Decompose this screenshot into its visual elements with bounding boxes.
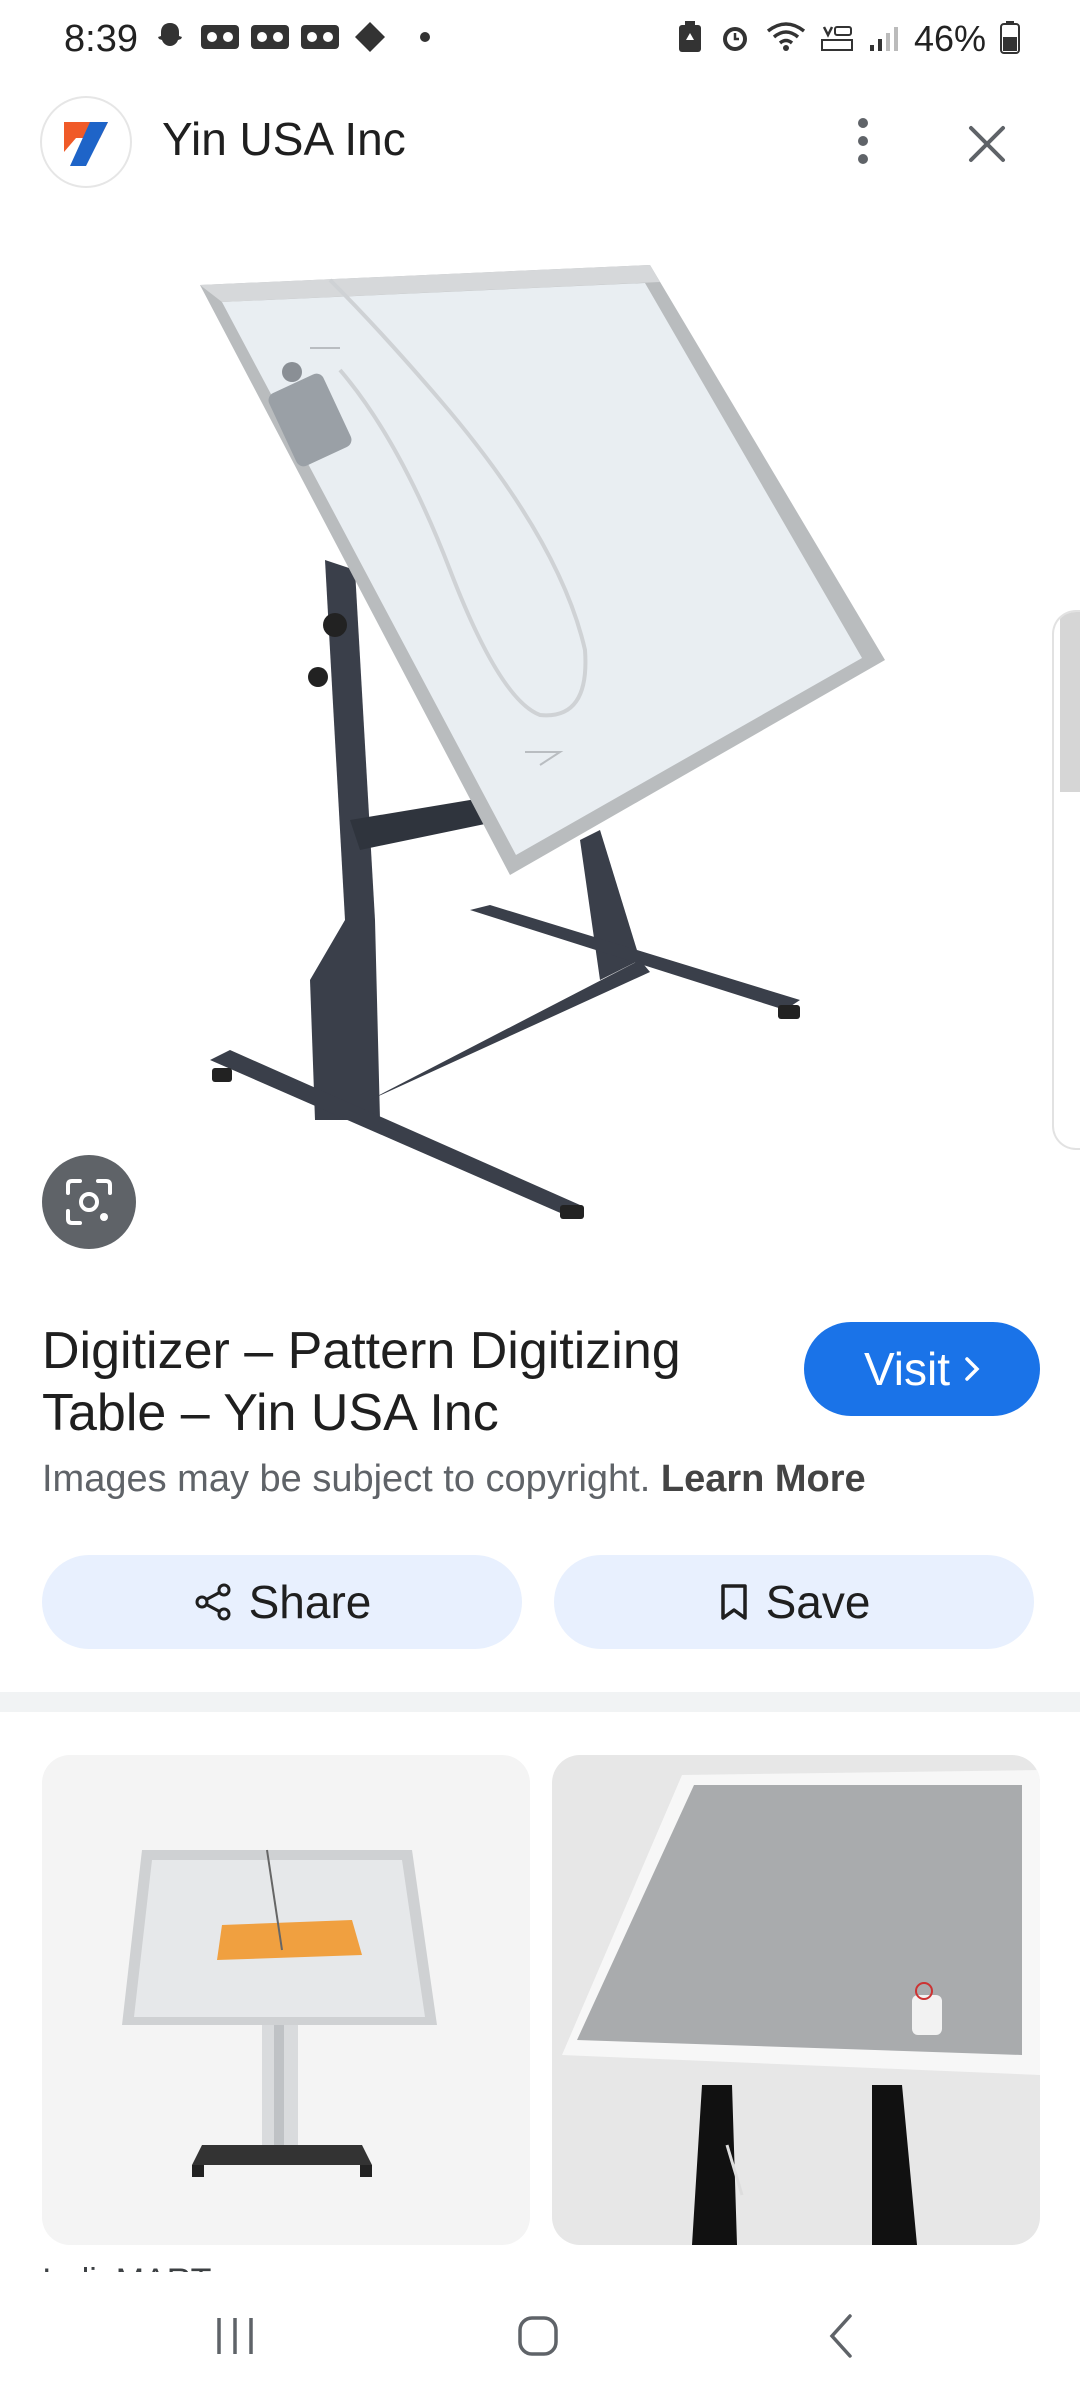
lens-icon	[66, 1179, 112, 1225]
back-button[interactable]	[781, 2296, 901, 2376]
main-image[interactable]	[0, 220, 1080, 1260]
battery-saver-icon	[676, 20, 704, 59]
digitizer-board	[200, 265, 885, 875]
home-button[interactable]	[478, 2296, 598, 2376]
notification-icons	[150, 20, 430, 54]
system-icons: 46%	[676, 18, 1020, 60]
voicemail-icon	[250, 20, 290, 54]
wifi-icon	[766, 21, 806, 58]
more-vert-icon	[858, 118, 868, 164]
site-logo	[42, 98, 130, 186]
system-nav-bar	[0, 2272, 1080, 2400]
bookmark-icon	[720, 1584, 747, 1620]
close-button[interactable]	[955, 112, 1019, 176]
share-button[interactable]: Share	[42, 1555, 522, 1649]
status-time: 8:39	[64, 18, 138, 60]
voicemail-icon	[300, 20, 340, 54]
snapchat-icon	[150, 20, 190, 54]
status-bar: 8:39 46%	[0, 0, 1080, 80]
next-image-peek[interactable]	[1052, 610, 1080, 1150]
save-label: Save	[765, 1576, 871, 1628]
copyright-text: Images may be subject to copyright.	[42, 1458, 651, 1500]
alarm-icon	[718, 20, 752, 59]
learn-more-link[interactable]: Learn More	[661, 1458, 866, 1500]
lens-search-button[interactable]	[42, 1155, 136, 1249]
chevron-right-icon	[965, 1357, 980, 1381]
site-title: Yin USA Inc	[162, 113, 406, 165]
more-options-button[interactable]	[838, 106, 888, 176]
diamond-icon	[350, 20, 390, 54]
more-notifications-dot	[420, 32, 430, 42]
signal-icon	[868, 21, 900, 58]
visit-button[interactable]: Visit	[804, 1322, 1040, 1416]
voicemail-icon	[200, 20, 240, 54]
close-icon	[969, 126, 1005, 162]
related-image-card[interactable]	[42, 1755, 530, 2245]
battery-icon	[1000, 20, 1020, 59]
copyright-notice: Images may be subject to copyright. Lear…	[42, 1458, 866, 1501]
next-image-thumbnail	[1060, 612, 1080, 792]
volte-icon	[820, 21, 854, 58]
save-button[interactable]: Save	[554, 1555, 1034, 1649]
result-title[interactable]: Digitizer – Pattern Digitizing Table – Y…	[42, 1320, 782, 1444]
page-header: Yin USA Inc	[0, 90, 1080, 190]
section-divider	[0, 1692, 1080, 1712]
recents-icon	[217, 2318, 253, 2354]
share-label: Share	[248, 1576, 372, 1628]
battery-percentage: 46%	[913, 18, 986, 59]
related-image-card[interactable]	[552, 1755, 1040, 2245]
recents-button[interactable]	[175, 2296, 295, 2376]
back-icon	[829, 2314, 852, 2358]
visit-label: Visit	[863, 1343, 951, 1395]
home-icon	[518, 2316, 558, 2356]
share-icon	[195, 1583, 231, 1621]
